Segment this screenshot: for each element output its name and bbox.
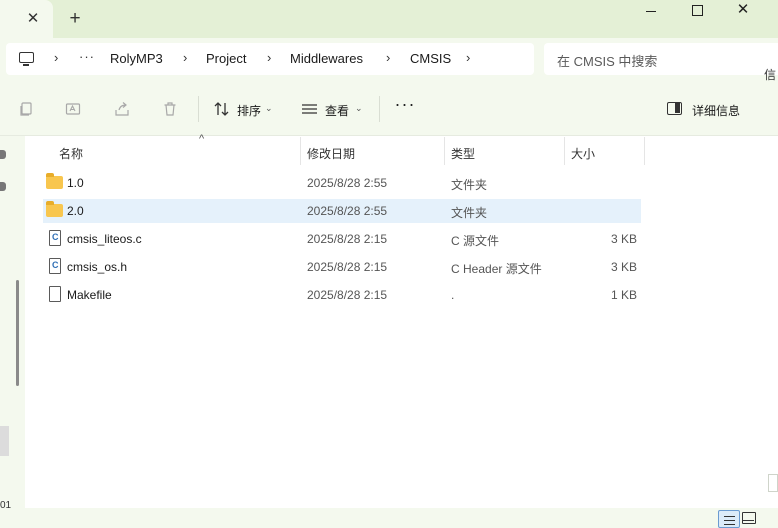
copy-icon[interactable]: [18, 101, 34, 117]
breadcrumb-project[interactable]: Project: [206, 51, 246, 66]
breadcrumb-overflow-button[interactable]: ···: [79, 49, 95, 64]
pin-icon: [0, 182, 6, 191]
c-file-icon: C: [49, 258, 61, 274]
column-header-type[interactable]: 类型: [445, 137, 565, 165]
breadcrumb-separator-icon[interactable]: ›: [466, 50, 470, 65]
tiles-view-toggle[interactable]: [742, 512, 756, 524]
column-header-size[interactable]: 大小: [565, 137, 645, 165]
column-header-modified[interactable]: 修改日期: [301, 137, 445, 165]
navigation-selected-item[interactable]: [0, 426, 9, 456]
breadcrumb-cmsis[interactable]: CMSIS: [410, 51, 451, 66]
address-row: › ··· RolyMP3 › Project › Middlewares › …: [0, 38, 778, 82]
breadcrumb-rolymp3[interactable]: RolyMP3: [110, 51, 163, 66]
file-size: 3 KB: [610, 232, 637, 246]
sort-button[interactable]: 排序 ⌄: [213, 99, 277, 121]
details-label: 详细信息: [692, 104, 741, 118]
details-pane-clipped-label: 信: [764, 68, 777, 82]
breadcrumb-separator-icon[interactable]: ›: [183, 50, 187, 65]
file-name: 1.0: [67, 176, 84, 190]
file-type: 文件夹: [451, 178, 488, 192]
sort-label: 排序: [237, 104, 262, 118]
file-modified: 2025/8/28 2:15: [307, 288, 388, 302]
breadcrumb-separator-icon[interactable]: ›: [54, 50, 58, 65]
file-row-makefile[interactable]: Makefile 2025/8/28 2:15 . 1 KB: [43, 283, 641, 307]
file-modified: 2025/8/28 2:15: [307, 260, 388, 274]
view-label: 查看: [325, 104, 350, 118]
maximize-button[interactable]: [674, 0, 720, 22]
file-name: cmsis_os.h: [67, 260, 128, 274]
column-header-name[interactable]: 名称 ^: [53, 133, 301, 165]
minimize-button[interactable]: [628, 0, 674, 22]
file-row-cmsis-os-h[interactable]: C cmsis_os.h 2025/8/28 2:15 C Header 源文件…: [43, 255, 641, 279]
pin-icon: [0, 150, 6, 159]
this-pc-icon[interactable]: [19, 52, 34, 66]
file-type: 文件夹: [451, 206, 488, 220]
file-modified: 2025/8/28 2:55: [307, 204, 388, 218]
c-file-icon: C: [49, 230, 61, 246]
details-pane-button[interactable]: 详细信息: [667, 99, 757, 121]
search-input[interactable]: 在 CMSIS 中搜索: [544, 43, 778, 75]
column-modified-label: 修改日期: [307, 147, 356, 161]
details-pane-edge: [768, 474, 778, 492]
sort-icon: [214, 102, 229, 116]
breadcrumb-separator-icon[interactable]: ›: [386, 50, 390, 65]
more-options-button[interactable]: ···: [394, 95, 416, 119]
search-placeholder: 在 CMSIS 中搜索: [557, 54, 658, 69]
view-list-line: [724, 520, 735, 521]
toolbar-divider: [198, 96, 199, 122]
toolbar-divider: [379, 96, 380, 122]
address-bar[interactable]: › ··· RolyMP3 › Project › Middlewares › …: [6, 43, 534, 75]
explorer-tab[interactable]: ✕: [0, 0, 53, 38]
column-type-label: 类型: [451, 147, 476, 161]
chevron-down-icon: ⌄: [355, 103, 363, 113]
details-pane-icon: [667, 102, 682, 115]
file-modified: 2025/8/28 2:15: [307, 232, 388, 246]
file-size: 1 KB: [610, 288, 637, 302]
view-button[interactable]: 查看 ⌄: [301, 99, 365, 121]
column-name-label: 名称: [59, 147, 84, 161]
file-type: C Header 源文件: [451, 262, 542, 276]
details-view-toggle[interactable]: [718, 510, 740, 528]
title-bar: ✕ + ✕: [0, 0, 778, 38]
file-name: cmsis_liteos.c: [67, 232, 142, 246]
column-size-label: 大小: [571, 147, 596, 161]
rename-icon[interactable]: [65, 101, 81, 117]
chevron-down-icon: ⌄: [265, 103, 273, 113]
file-type: C 源文件: [451, 234, 500, 248]
folder-icon: [46, 173, 63, 189]
view-list-line: [724, 524, 735, 525]
status-bar: [0, 508, 778, 528]
column-header-row: 名称 ^ 修改日期 类型 大小: [25, 133, 645, 165]
file-type: .: [451, 288, 455, 302]
navigation-scrollbar[interactable]: [16, 280, 19, 386]
tab-close-icon[interactable]: ✕: [24, 10, 42, 28]
file-row-cmsis-liteos-c[interactable]: C cmsis_liteos.c 2025/8/28 2:15 C 源文件 3 …: [43, 227, 641, 251]
file-name: Makefile: [67, 288, 112, 302]
view-list-line: [724, 516, 735, 517]
share-icon[interactable]: [114, 101, 130, 117]
new-tab-button[interactable]: +: [66, 9, 84, 29]
command-bar: 排序 ⌄ 查看 ⌄ ··· 详细信息: [0, 82, 778, 136]
breadcrumb-separator-icon[interactable]: ›: [267, 50, 271, 65]
breadcrumb-middlewares[interactable]: Middlewares: [290, 51, 363, 66]
file-icon: [49, 286, 61, 302]
delete-icon[interactable]: [162, 101, 178, 117]
file-size: 3 KB: [610, 260, 637, 274]
close-window-button[interactable]: ✕: [720, 0, 766, 22]
sort-ascending-icon: ^: [199, 133, 205, 145]
file-name: 2.0: [67, 204, 84, 218]
folder-icon: [46, 201, 63, 217]
file-modified: 2025/8/28 2:55: [307, 176, 388, 190]
file-row-2-0[interactable]: 2.0 2025/8/28 2:55 文件夹: [43, 199, 641, 223]
file-row-1-0[interactable]: 1.0 2025/8/28 2:55 文件夹: [43, 171, 641, 195]
view-list-icon: [302, 104, 317, 114]
